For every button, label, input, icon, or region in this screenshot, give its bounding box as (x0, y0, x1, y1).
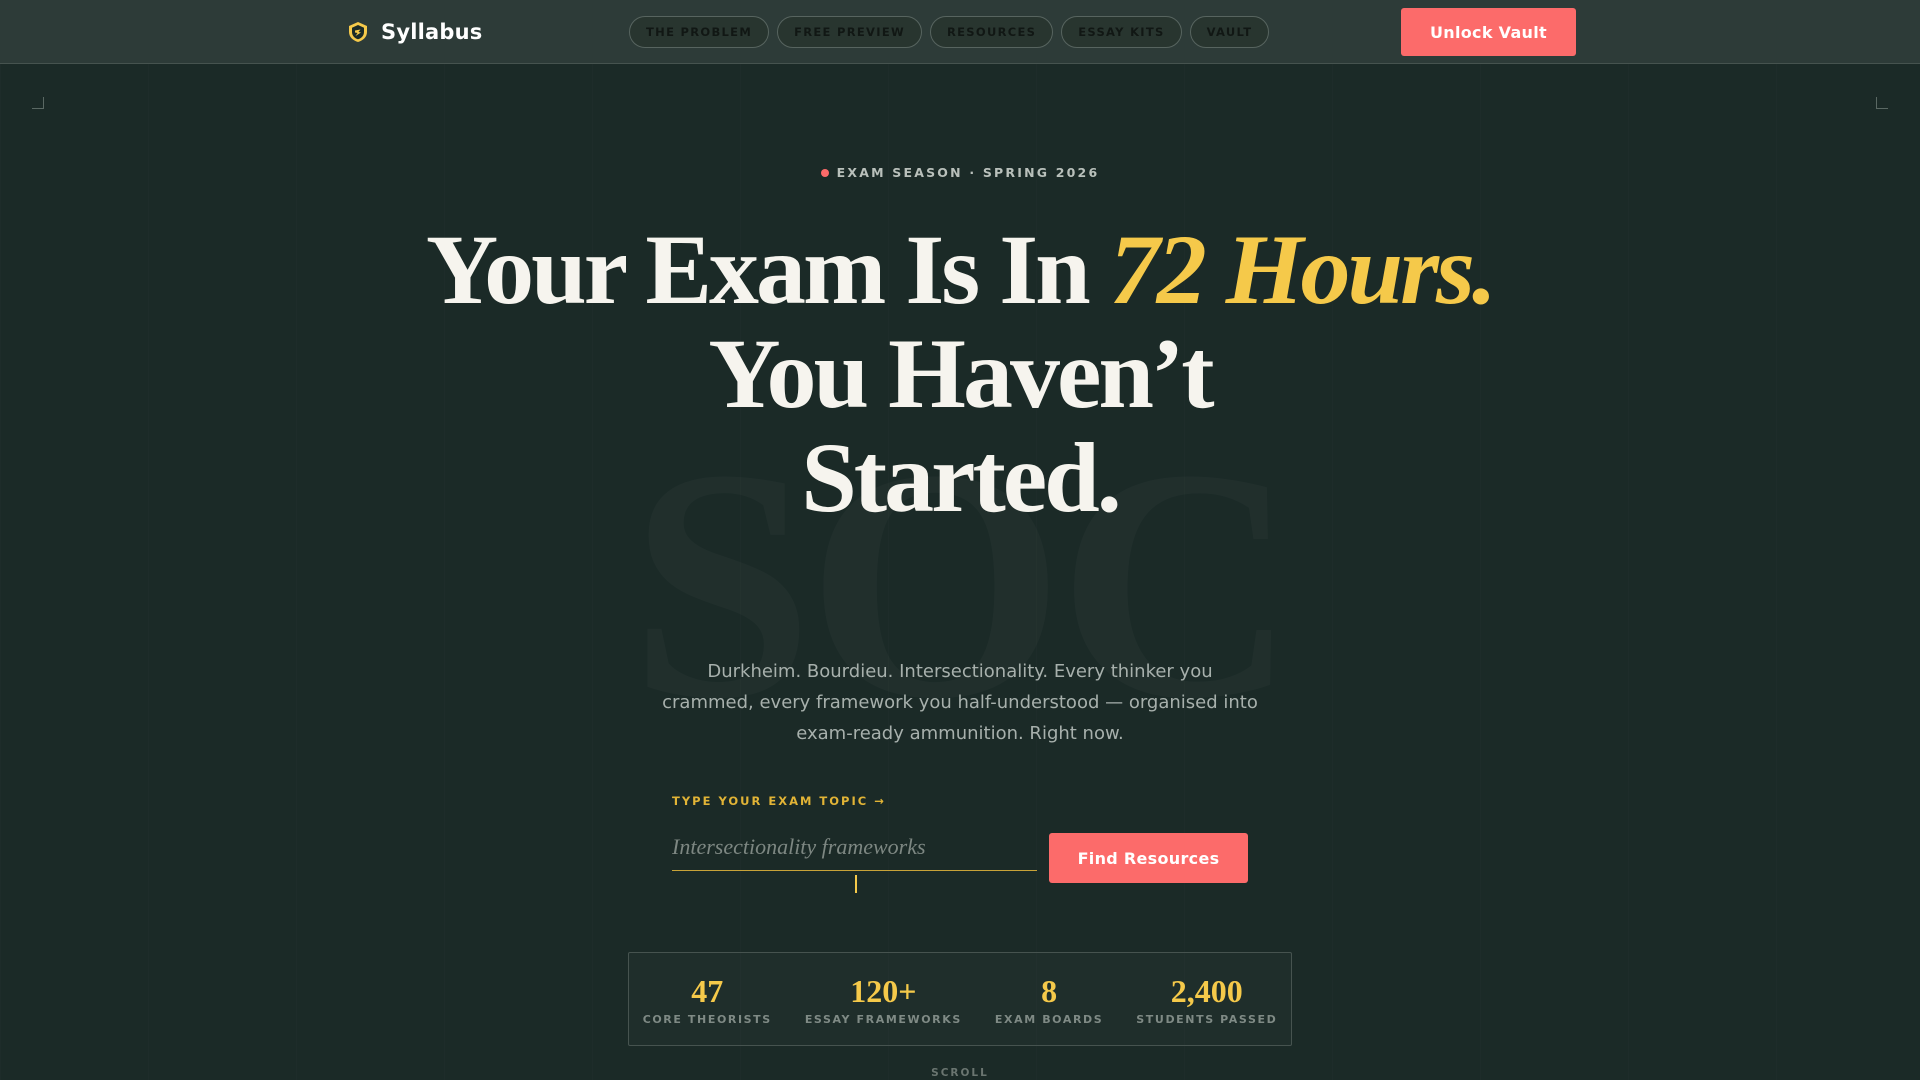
stat-value: 8 (1041, 972, 1058, 1009)
stat-label: STUDENTS PASSED (1136, 1012, 1278, 1026)
stat-essay-frameworks: 120+ ESSAY FRAMEWORKS (805, 973, 962, 1026)
corner-mark-top-left (32, 97, 44, 109)
stat-label: EXAM BOARDS (994, 1012, 1104, 1026)
find-resources-button[interactable]: Find Resources (1049, 833, 1248, 883)
search-label: TYPE YOUR EXAM TOPIC → (672, 794, 886, 808)
text-cursor (855, 875, 857, 893)
stat-label: CORE THEORISTS (642, 1012, 772, 1026)
hero-headline: Your Exam Is In 72 Hours. You Haven’t St… (360, 218, 1560, 530)
headline-line-4: Started. (801, 422, 1122, 533)
stat-label: ESSAY FRAMEWORKS (804, 1012, 962, 1026)
shield-logo-icon (349, 22, 367, 42)
eyebrow-text: EXAM SEASON · SPRING 2026 (836, 165, 1100, 180)
headline-line-3: You Haven’t (708, 318, 1214, 429)
stat-students-passed: 2,400 STUDENTS PASSED (1136, 973, 1277, 1026)
nav-link-essay-kits[interactable]: ESSAY KITS (1061, 16, 1182, 48)
hero-subtitle: Durkheim. Bourdieu. Intersectionality. E… (662, 661, 1258, 744)
stats-panel: 47 CORE THEORISTS 120+ ESSAY FRAMEWORKS … (628, 952, 1292, 1046)
status-dot-icon (820, 168, 829, 177)
unlock-vault-button[interactable]: Unlock Vault (1401, 8, 1576, 56)
corner-mark-top-right (1876, 97, 1888, 109)
brand[interactable]: Syllabus (347, 19, 482, 45)
headline-part-1: Your Exam Is In (426, 214, 1110, 325)
nav-links: THE PROBLEM FREE PREVIEW RESOURCES ESSAY… (629, 16, 1270, 48)
nav-link-free-preview[interactable]: FREE PREVIEW (777, 16, 922, 48)
nav-link-resources[interactable]: RESOURCES (929, 16, 1054, 48)
top-navigation-bar: Syllabus THE PROBLEM FREE PREVIEW RESOUR… (0, 0, 1920, 64)
stat-core-theorists: 47 CORE THEORISTS (643, 973, 772, 1026)
headline-accent: 72 Hours. (1109, 214, 1497, 325)
exam-topic-input[interactable] (672, 824, 1037, 871)
nav-link-vault[interactable]: VAULT (1189, 16, 1270, 48)
stat-exam-boards: 8 EXAM BOARDS (995, 973, 1103, 1026)
nav-link-the-problem[interactable]: THE PROBLEM (629, 16, 770, 48)
eyebrow: EXAM SEASON · SPRING 2026 (0, 165, 1920, 180)
stat-value: 120+ (850, 972, 917, 1009)
brand-name: Syllabus (381, 20, 483, 44)
scroll-indicator[interactable]: SCROLL (0, 1067, 1920, 1079)
stat-value: 2,400 (1170, 972, 1243, 1009)
stat-value: 47 (691, 972, 724, 1009)
